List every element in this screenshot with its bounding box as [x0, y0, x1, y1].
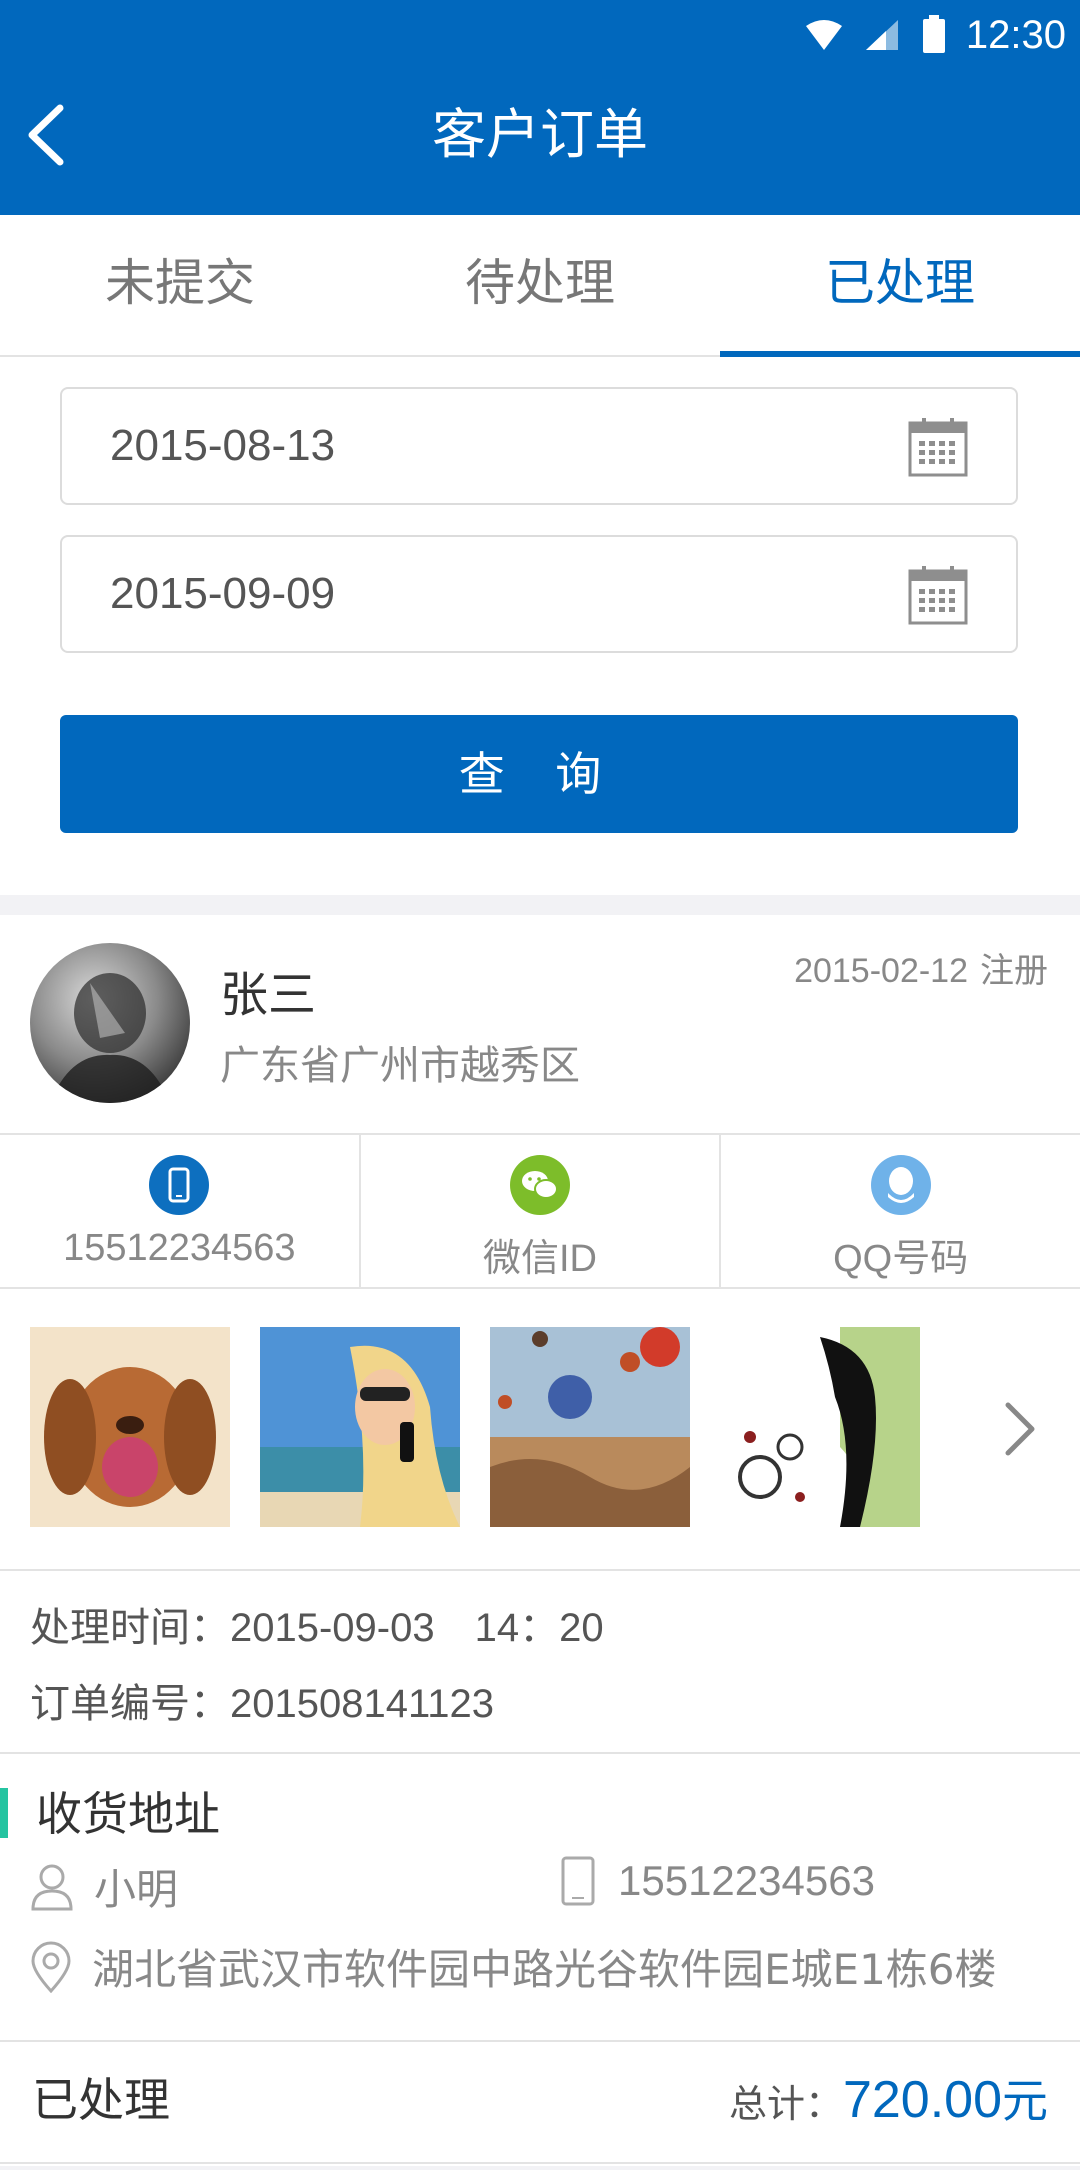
- contact-wechat[interactable]: 微信ID: [361, 1135, 722, 1287]
- process-time-label: 处理时间：: [30, 1605, 230, 1651]
- contact-row: 15512234563 微信ID QQ号码: [0, 1133, 1080, 1289]
- phone-icon: [149, 1155, 210, 1215]
- currency-label: 元: [1002, 2074, 1048, 2128]
- address-row: 湖北省武汉市软件园中路光谷软件园E城E1栋6楼: [30, 1936, 997, 1997]
- wifi-icon: [805, 20, 842, 50]
- dog-photo[interactable]: [30, 1327, 230, 1527]
- page-title: 客户订单: [432, 103, 648, 166]
- order-footer: 已处理 总计：720.00元: [0, 2040, 1080, 2164]
- order-total: 总计：720.00元: [729, 2042, 1048, 2170]
- address-heading: 收货地址: [36, 1787, 220, 1841]
- order-status: 已处理: [32, 2073, 170, 2127]
- process-time-value: 2015-09-03 14：20: [230, 1606, 604, 1650]
- chevron-right-icon[interactable]: [1000, 1399, 1040, 1459]
- status-time: 12:30: [965, 12, 1066, 57]
- section-accent-bar: [0, 1788, 8, 1838]
- contact-qq-label: QQ号码: [833, 1238, 969, 1280]
- contact-phone[interactable]: 15512234563: [0, 1135, 361, 1287]
- avatar: [30, 943, 190, 1103]
- start-date-field[interactable]: 2015-08-13: [60, 387, 1018, 505]
- order-number: 订单编号：201508141123: [30, 1671, 494, 1729]
- total-amount: 720.00: [842, 2071, 1002, 2129]
- query-panel: 2015-08-13 2015-09-09 查 询: [0, 357, 1080, 895]
- tab-pending[interactable]: 待处理: [360, 215, 720, 355]
- registration-label: 注册: [980, 951, 1048, 991]
- photo-strip: [0, 1289, 1080, 1571]
- customer-region: 广东省广州市越秀区: [220, 1043, 580, 1089]
- calendar-icon[interactable]: [908, 417, 968, 477]
- recipient-phone: 15512234563: [618, 1857, 875, 1904]
- start-date-value: 2015-08-13: [110, 421, 336, 470]
- registration-date-value: 2015-02-12: [794, 952, 968, 990]
- wechat-icon: [510, 1155, 570, 1215]
- balloons-photo[interactable]: [490, 1327, 690, 1527]
- location-pin-icon: [31, 1941, 71, 1993]
- recipient-name: 小明: [94, 1865, 179, 1914]
- phone-icon: [561, 1856, 595, 1906]
- qq-icon: [870, 1155, 931, 1215]
- person-icon: [31, 1864, 73, 1910]
- woman-phone-photo[interactable]: [260, 1327, 460, 1527]
- signal-icon: [865, 20, 898, 50]
- tab-processed[interactable]: 已处理: [720, 215, 1080, 357]
- app-header: 12:30 客户订单: [0, 0, 1080, 215]
- tab-bar: 未提交 待处理 已处理: [0, 215, 1080, 357]
- order-number-value: 201508141123: [230, 1682, 494, 1726]
- end-date-field[interactable]: 2015-09-09: [60, 535, 1018, 653]
- customer-name: 张三: [220, 967, 317, 1023]
- registration-date: 2015-02-12 注册: [794, 943, 1048, 992]
- order-card[interactable]: 张三 广东省广州市越秀区 2015-02-12 注册 15512234563 微信…: [0, 915, 1080, 2166]
- status-bar: 12:30: [804, 10, 1066, 60]
- recipient-row: 小明: [30, 1856, 178, 1917]
- query-button[interactable]: 查 询: [60, 715, 1018, 833]
- address-full: 湖北省武汉市软件园中路光谷软件园E城E1栋6楼: [92, 1945, 997, 1994]
- process-time: 处理时间：2015-09-03 14：20: [30, 1595, 604, 1653]
- total-label: 总计：: [728, 2082, 843, 2126]
- contact-wechat-label: 微信ID: [483, 1238, 598, 1280]
- calendar-icon[interactable]: [908, 565, 968, 625]
- battery-icon: [922, 15, 945, 53]
- shipping-address: 收货地址 小明 15512234563 湖北省武汉市软件园中路光谷软件园E城E1…: [0, 1752, 1080, 1994]
- floral-silhouette-photo[interactable]: [720, 1327, 920, 1527]
- order-number-label: 订单编号：: [30, 1681, 230, 1727]
- recipient-phone-row: 15512234563: [560, 1856, 875, 1906]
- contact-qq[interactable]: QQ号码: [721, 1135, 1080, 1287]
- end-date-value: 2015-09-09: [110, 569, 336, 618]
- tab-unsubmitted[interactable]: 未提交: [0, 215, 360, 355]
- contact-phone-label: 15512234563: [63, 1227, 296, 1269]
